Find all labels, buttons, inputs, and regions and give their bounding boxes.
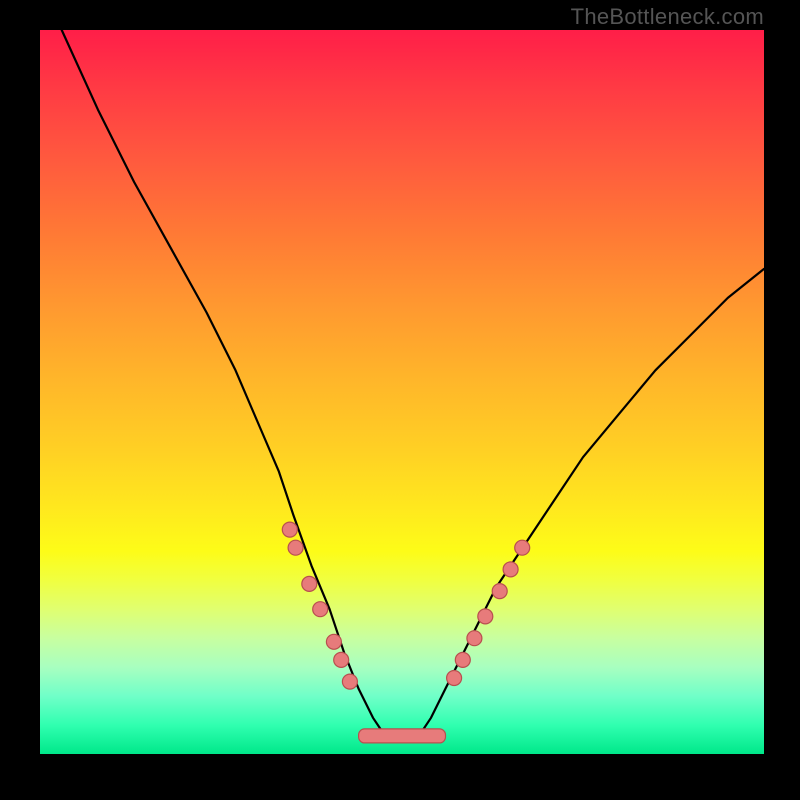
plot-area (40, 30, 764, 754)
markers-right (447, 540, 530, 685)
data-marker (313, 602, 328, 617)
data-marker (492, 584, 507, 599)
data-marker (467, 631, 482, 646)
data-marker (503, 562, 518, 577)
floor-bar (359, 729, 446, 743)
data-marker (288, 540, 303, 555)
data-marker (478, 609, 493, 624)
chart-frame: TheBottleneck.com (0, 0, 800, 800)
chart-svg (40, 30, 764, 754)
data-marker (515, 540, 530, 555)
data-marker (302, 576, 317, 591)
data-marker (326, 634, 341, 649)
markers-left (282, 522, 357, 689)
data-marker (282, 522, 297, 537)
watermark-text: TheBottleneck.com (571, 4, 764, 30)
data-marker (447, 671, 462, 686)
bottleneck-curve (62, 30, 764, 740)
data-marker (334, 652, 349, 667)
data-marker (455, 652, 470, 667)
data-marker (342, 674, 357, 689)
